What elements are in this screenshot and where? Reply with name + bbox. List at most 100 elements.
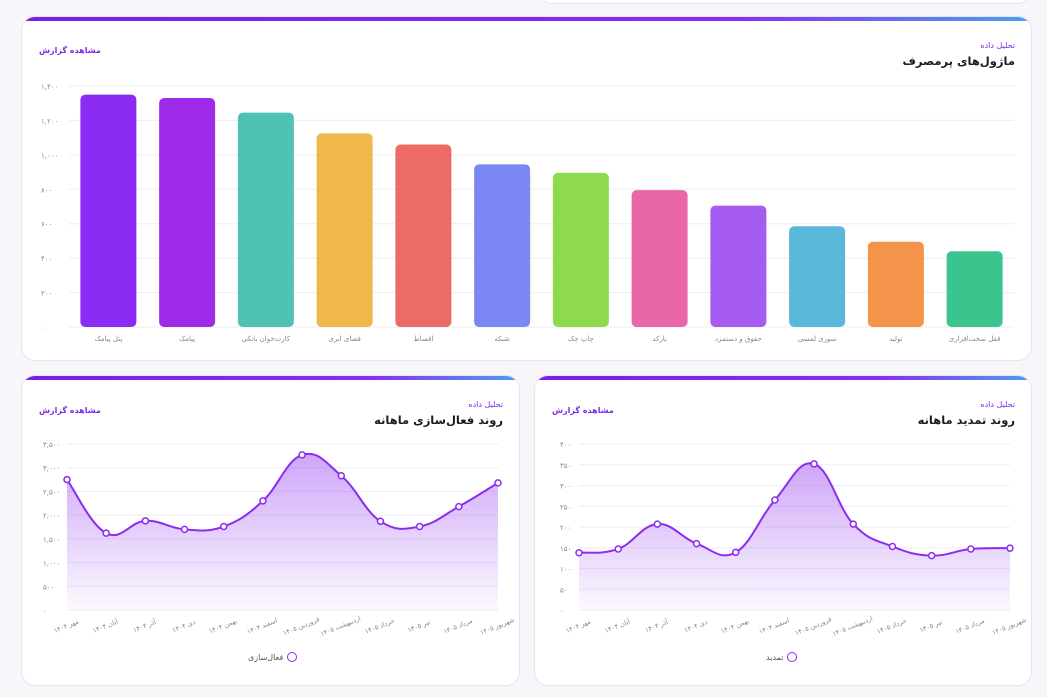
data-point[interactable] (455, 502, 463, 511)
data-point[interactable] (259, 497, 267, 505)
x-tick-label: تیر ۱۴۰۵ (919, 618, 944, 634)
bar[interactable] (789, 226, 846, 327)
y-tick-label: ۱,۴۰۰ (41, 83, 58, 91)
x-tick-label: اردیبهشت ۱۴۰۵ (319, 614, 362, 638)
data-point[interactable] (415, 522, 424, 531)
x-tick-label: اردیبهشت ۱۴۰۵ (831, 614, 874, 638)
data-point[interactable] (731, 548, 740, 557)
x-tick-label: مهر ۱۴۰۴ (53, 618, 80, 635)
x-tick-label: دی ۱۴۰۴ (683, 618, 708, 634)
x-tick-label: فروردین ۱۴۰۵ (794, 615, 833, 637)
x-tick-label: خرداد ۱۴۰۵ (876, 617, 908, 636)
x-tick-label: پنل پیامک (94, 335, 122, 343)
legend-marker-icon (787, 652, 798, 662)
x-tick-label: کارت‌خوان بانکی (242, 335, 291, 343)
bar[interactable] (395, 144, 452, 327)
activation-card: تحلیل داده روند فعال‌سازی ماهانه مشاهده … (21, 375, 520, 686)
y-tick-label: ۳,۰۰۰ (43, 465, 60, 473)
data-point[interactable] (298, 451, 306, 459)
x-tick-label: شهریور ۱۴۰۵ (991, 616, 1028, 637)
y-tick-label: ۱۵۰ (560, 545, 571, 553)
y-tick-label: ۵۰۰ (43, 583, 54, 591)
x-tick-label: فضای ابری (328, 335, 361, 343)
legend-label: فعال‌سازی (248, 652, 284, 662)
data-point[interactable] (849, 520, 858, 528)
y-tick-label: ۲,۵۰۰ (43, 488, 60, 496)
legend-marker-icon (287, 652, 298, 662)
bar[interactable] (710, 205, 767, 327)
y-tick-label: ۰ (41, 324, 45, 332)
x-tick-label: آذر ۱۴۰۴ (132, 617, 159, 635)
data-point[interactable] (927, 551, 936, 560)
renewal-card: تحلیل داده روند تمدید ماهانه مشاهده گزار… (534, 375, 1032, 686)
data-point[interactable] (771, 496, 779, 504)
bar[interactable] (159, 98, 216, 327)
x-tick-label: شبکه (494, 335, 510, 343)
data-point[interactable] (614, 545, 622, 553)
x-tick-label: مهر ۱۴۰۴ (565, 618, 592, 635)
y-tick-label: ۸۰۰ (41, 186, 52, 194)
data-point[interactable] (376, 517, 385, 526)
data-point[interactable] (888, 542, 897, 551)
data-point[interactable] (337, 472, 346, 480)
y-tick-label: ۶۰۰ (41, 221, 52, 229)
y-tick-label: ۴۰۰ (41, 255, 52, 263)
x-tick-label: تولید (889, 335, 903, 343)
data-point[interactable] (141, 517, 150, 525)
y-tick-label: ۲,۰۰۰ (43, 512, 60, 520)
bar[interactable] (474, 164, 531, 327)
bar[interactable] (80, 94, 137, 327)
previous-card-edge (538, 0, 1032, 4)
x-tick-label: شهریور ۱۴۰۵ (479, 616, 516, 637)
data-point[interactable] (494, 479, 502, 487)
x-tick-label: دی ۱۴۰۴ (171, 618, 196, 634)
x-tick-label: آذر ۱۴۰۴ (644, 617, 671, 635)
x-tick-label: اسفند ۱۴۰۴ (246, 616, 279, 635)
y-tick-label: ۲۰۰ (560, 524, 571, 532)
x-tick-label: فروردین ۱۴۰۵ (282, 615, 321, 637)
modules-bar-chart: ۰ ۲۰۰ ۴۰۰ ۶۰۰ ۸۰۰ ۱,۰۰۰ ۱,۲۰۰ ۱,۴۰۰ پنل پیامک پیا… (41, 83, 1014, 343)
y-tick-label: ۰ (43, 607, 47, 615)
bar[interactable] (552, 172, 609, 327)
x-tick-label: اقساط (413, 335, 433, 343)
y-tick-label: ۵۰ (560, 586, 568, 594)
y-tick-label: ۱,۲۰۰ (41, 117, 58, 125)
data-point[interactable] (102, 529, 110, 537)
activation-area-chart: ۰ ۵۰۰ ۱,۰۰۰ ۱,۵۰۰ ۲,۰۰۰ ۲,۵۰۰ ۳,۰۰۰ ۳,۵۰۰ مهر ۱۴… (43, 441, 516, 638)
legend-label: تمدید (766, 652, 784, 662)
x-tick-label: سوری لمسی (798, 335, 837, 343)
y-tick-label: ۳۰۰ (560, 483, 571, 491)
renewal-area-chart: ۰ ۵۰ ۱۰۰ ۱۵۰ ۲۰۰ ۲۵۰ ۳۰۰ ۳۵۰ ۴۰۰ مهر ۱۴۰۴ آبان ۱۴۰… (560, 441, 1028, 638)
data-point[interactable] (1006, 544, 1014, 552)
data-point[interactable] (575, 548, 583, 557)
y-tick-label: ۲۵۰ (560, 503, 571, 511)
area-fill (67, 453, 498, 610)
data-point[interactable] (967, 545, 975, 553)
x-tick-label: قفل سخت‌افزاری (949, 335, 1001, 343)
x-tick-label: پیامک (179, 335, 195, 343)
y-tick-label: ۳,۵۰۰ (43, 441, 60, 449)
y-tick-label: ۳۵۰ (560, 462, 571, 470)
x-tick-label: خرداد ۱۴۰۵ (364, 617, 396, 636)
x-tick-label: چاپ چک (568, 335, 594, 343)
bar[interactable] (946, 251, 1003, 327)
data-point[interactable] (810, 460, 818, 468)
chart-legend[interactable]: تمدید (766, 652, 798, 662)
bar[interactable] (631, 190, 688, 327)
data-point[interactable] (653, 520, 662, 528)
data-point[interactable] (180, 525, 189, 534)
y-tick-label: ۱,۵۰۰ (43, 536, 60, 544)
chart-legend[interactable]: فعال‌سازی (248, 652, 298, 662)
data-point[interactable] (692, 539, 701, 548)
bar[interactable] (316, 133, 373, 327)
y-tick-label: ۱,۰۰۰ (41, 152, 58, 160)
data-point[interactable] (219, 522, 228, 531)
x-tick-label: مرداد ۱۴۰۵ (954, 617, 985, 636)
bar[interactable] (867, 241, 924, 327)
x-tick-label: مرداد ۱۴۰۵ (442, 617, 473, 636)
data-point[interactable] (63, 475, 71, 484)
x-tick-label: حقوق و دستمزد (715, 335, 762, 343)
bar[interactable] (237, 112, 294, 327)
y-tick-label: ۲۰۰ (41, 290, 52, 298)
y-tick-label: ۴۰۰ (560, 441, 571, 449)
